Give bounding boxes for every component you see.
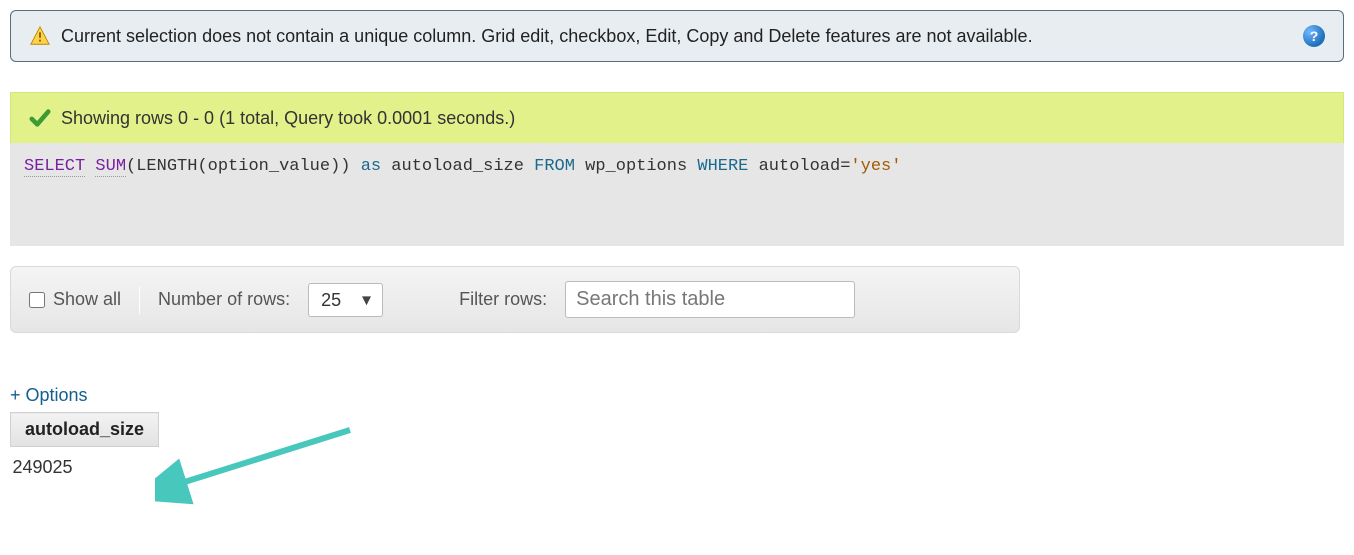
status-text: Showing rows 0 - 0 (1 total, Query took … — [61, 108, 515, 129]
sql-query: SELECT SUM(LENGTH(option_value)) as auto… — [10, 143, 1344, 246]
table-header-row: autoload_size — [11, 413, 159, 447]
sql-alias: autoload_size — [391, 157, 524, 176]
annotation-arrow — [155, 420, 375, 510]
num-rows-label: Number of rows: — [158, 289, 290, 310]
sql-eq: = — [840, 157, 850, 176]
sql-cond-column: autoload — [759, 157, 841, 176]
toolbar-separator — [139, 286, 140, 314]
column-header-autoload-size[interactable]: autoload_size — [11, 413, 159, 447]
filter-rows-label: Filter rows: — [459, 289, 547, 310]
sql-table: wp_options — [585, 157, 687, 176]
result-table: autoload_size 249025 — [10, 412, 159, 482]
num-rows-select[interactable]: 25 — [308, 283, 383, 317]
sql-keyword-where: WHERE — [697, 157, 748, 176]
sql-keyword-select: SELECT — [24, 157, 85, 177]
show-all-label[interactable]: Show all — [29, 289, 121, 310]
cell-autoload-size: 249025 — [11, 447, 159, 483]
sql-keyword-from: FROM — [534, 157, 575, 176]
sql-column: option_value — [208, 157, 330, 176]
sql-cond-value: 'yes' — [850, 157, 901, 176]
table-row: 249025 — [11, 447, 159, 483]
show-all-text: Show all — [53, 289, 121, 310]
notice-bar: Current selection does not contain a uni… — [10, 10, 1344, 62]
notice-text: Current selection does not contain a uni… — [61, 26, 1293, 47]
help-icon[interactable]: ? — [1303, 25, 1325, 47]
check-icon — [29, 107, 51, 129]
sql-as: as — [361, 157, 381, 176]
num-rows-select-wrap[interactable]: 25 — [308, 283, 383, 317]
sql-func-length: LENGTH — [136, 157, 197, 176]
results-toolbar: Show all Number of rows: 25 Filter rows: — [10, 266, 1020, 333]
options-toggle[interactable]: + Options — [10, 385, 1354, 406]
warning-icon — [29, 25, 51, 47]
show-all-checkbox[interactable] — [29, 292, 45, 308]
status-bar: Showing rows 0 - 0 (1 total, Query took … — [10, 92, 1344, 143]
sql-keyword-sum: SUM — [95, 157, 126, 177]
filter-rows-input[interactable] — [565, 281, 855, 318]
